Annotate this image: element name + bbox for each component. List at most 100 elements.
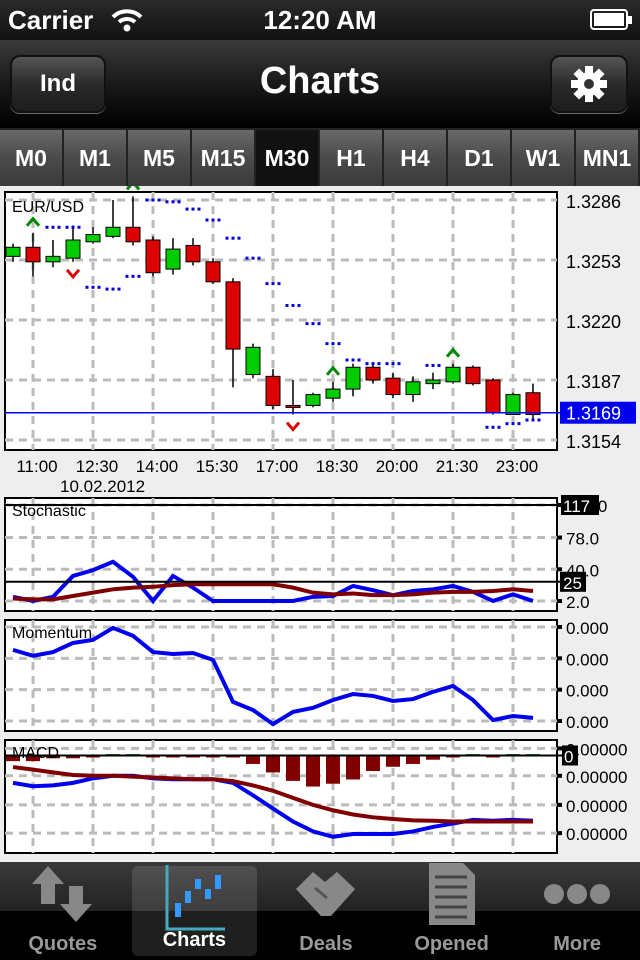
tab-m5[interactable]: M5 xyxy=(128,130,192,186)
sar-dot xyxy=(57,225,61,229)
tick-mark xyxy=(557,773,562,778)
macd-histogram-bar xyxy=(246,755,260,764)
tick-mark xyxy=(557,719,562,723)
tab-m15[interactable]: M15 xyxy=(192,130,256,186)
sar-dot xyxy=(277,282,281,286)
sar-dot xyxy=(377,362,381,366)
time-tick-label: 21:30 xyxy=(436,457,479,476)
sar-dot xyxy=(117,287,121,291)
price-tick-label: 1.3253 xyxy=(566,252,621,272)
tick-mark xyxy=(557,802,562,807)
chart-area[interactable]: 1.3286 1.3253 1.3220 1.3187 1.3154 EUR/USD 1.3… xyxy=(0,186,640,862)
sar-dot xyxy=(285,303,289,307)
candle xyxy=(505,394,521,416)
indicator-tick-label: 0.000 xyxy=(566,650,609,669)
candle xyxy=(305,394,321,406)
time-tick-label: 14:00 xyxy=(136,457,179,476)
time-tick-label: 17:00 xyxy=(256,457,299,476)
sar-dot xyxy=(171,200,175,204)
max-label: 117 xyxy=(563,497,590,516)
tab-h1[interactable]: H1 xyxy=(320,130,384,186)
candle xyxy=(285,404,301,408)
price-tick-label: 1.3220 xyxy=(566,312,621,332)
sar-dot xyxy=(177,200,181,204)
time-tick-label: 20:00 xyxy=(376,457,419,476)
tab-charts[interactable]: Charts xyxy=(131,865,258,956)
tab-m0[interactable]: M0 xyxy=(0,130,64,186)
macd-histogram-bar xyxy=(386,755,400,767)
tab-label: Opened xyxy=(414,933,489,955)
tab-label: Deals xyxy=(299,933,353,955)
sar-dot xyxy=(511,422,515,426)
macd-histogram-bar xyxy=(366,755,380,771)
tab-label: Quotes xyxy=(28,933,98,955)
tab-mn1[interactable]: MN1 xyxy=(576,130,640,186)
sar-dot xyxy=(145,198,149,202)
candle xyxy=(385,377,401,396)
tab-quotes[interactable]: Quotes xyxy=(0,862,126,960)
sar-dot xyxy=(111,287,115,291)
indicator-tick-label: 0.000 xyxy=(566,713,609,732)
sar-dot xyxy=(397,362,401,366)
sar-dot xyxy=(265,282,269,286)
tab-m1[interactable]: M1 xyxy=(64,130,128,186)
tab-h4[interactable]: H4 xyxy=(384,130,448,186)
tab-label: Charts xyxy=(162,929,227,951)
sar-dot xyxy=(211,218,215,222)
tab-label: More xyxy=(553,933,602,955)
candle xyxy=(265,375,281,406)
tab-m30[interactable]: M30 xyxy=(256,130,320,186)
sar-dot xyxy=(245,256,249,260)
sar-dot xyxy=(311,322,315,326)
sar-dot xyxy=(157,198,161,202)
document-icon xyxy=(427,862,477,926)
macd-histogram-bar xyxy=(346,755,360,780)
sar-dot xyxy=(325,342,329,346)
sar-dot xyxy=(65,225,69,229)
price-tick-label: 1.3154 xyxy=(566,432,621,452)
level-label: 25 xyxy=(563,574,582,593)
candle xyxy=(525,392,541,416)
tick-mark xyxy=(557,831,562,836)
date-label: 10.02.2012 xyxy=(60,477,145,496)
time-tick-label: 23:00 xyxy=(496,457,539,476)
sar-dot xyxy=(305,322,309,326)
candle xyxy=(485,379,501,414)
tab-d1[interactable]: D1 xyxy=(448,130,512,186)
sar-dot xyxy=(197,207,201,211)
settings-button[interactable] xyxy=(550,55,628,113)
sar-dot xyxy=(485,425,489,429)
indicator-tick-label: 0.000 xyxy=(566,619,609,638)
macd-histogram-bar xyxy=(286,755,300,781)
macd-histogram-bar xyxy=(306,755,320,787)
indicator-tick-label: 0.00000 xyxy=(566,825,627,844)
candle xyxy=(345,366,361,390)
candle xyxy=(25,246,41,263)
sar-dot xyxy=(317,322,321,326)
tab-deals[interactable]: Deals xyxy=(263,862,389,960)
candle xyxy=(325,388,341,399)
candle xyxy=(245,346,261,376)
sar-dot xyxy=(51,225,55,229)
status-bar: Carrier 12:20 AM xyxy=(0,0,640,40)
candle xyxy=(405,381,421,396)
sar-dot xyxy=(257,256,261,260)
sar-dot xyxy=(391,362,395,366)
tab-w1[interactable]: W1 xyxy=(512,130,576,186)
sar-dot xyxy=(437,363,441,367)
macd-histogram-bar xyxy=(406,755,420,764)
sar-dot xyxy=(331,342,335,346)
sar-dot xyxy=(491,425,495,429)
indicator-tick-label: 2.0 xyxy=(566,593,590,612)
macd-histogram-bar xyxy=(326,755,340,784)
tick-mark xyxy=(557,656,562,661)
fractal-up-arrow xyxy=(125,186,141,191)
tick-mark xyxy=(557,567,562,572)
tab-opened[interactable]: Opened xyxy=(389,862,515,960)
indicator-tick-label: 0.00000 xyxy=(566,768,627,787)
sar-dot xyxy=(537,418,541,422)
tab-more[interactable]: More xyxy=(514,862,640,960)
tick-mark xyxy=(557,599,562,603)
candle xyxy=(85,234,101,243)
sar-dot xyxy=(271,282,275,286)
